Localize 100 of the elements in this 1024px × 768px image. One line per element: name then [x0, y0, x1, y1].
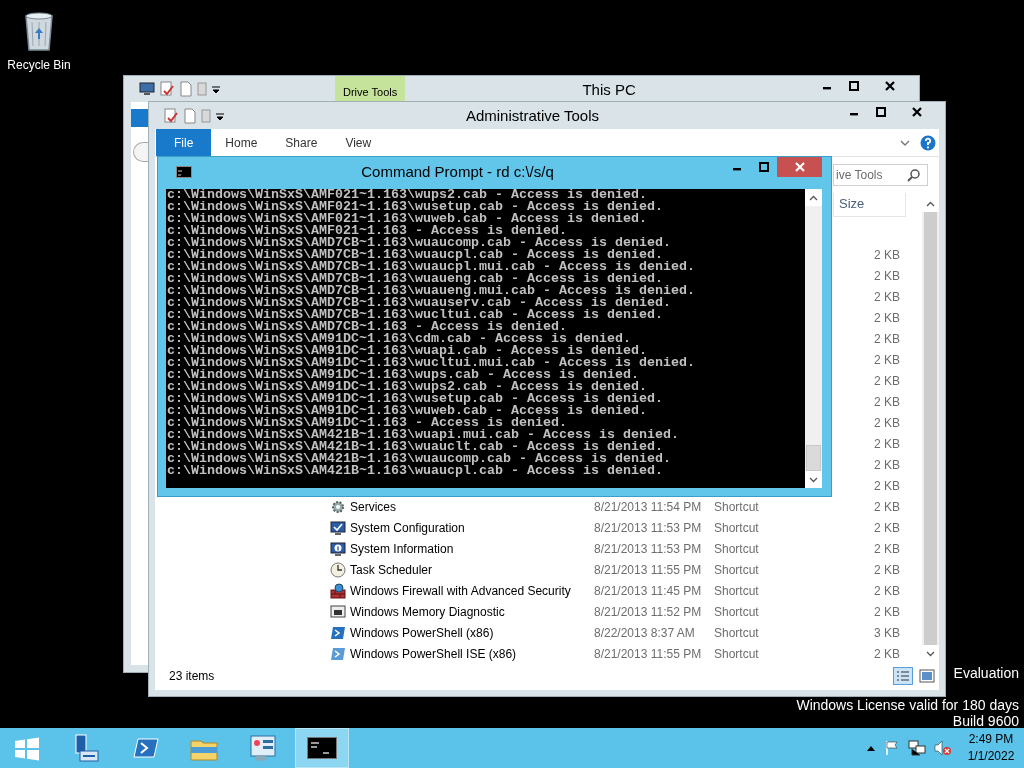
table-cell-text: 2 KB: [873, 583, 901, 598]
console-line: c:\Windows\WinSxS\AM421B~1.163\wuaucomp.cab - Access is denied.: [167, 453, 672, 465]
table-cell-text: 8/21/2013 11:53 PM: [594, 520, 703, 535]
thumbnail-view-icon[interactable]: [919, 669, 935, 683]
table-cell-text: 8/21/2013 11:55 PM: [594, 562, 703, 577]
table-cell-text: 2 KB: [873, 499, 901, 514]
file-name[interactable]: Windows PowerShell (x86): [350, 625, 494, 640]
file-name[interactable]: System Information: [350, 541, 454, 556]
terminal-icon: [330, 624, 346, 641]
table-cell-text: 2 KB: [873, 352, 901, 367]
table-cell-text: Shortcut: [714, 520, 760, 535]
file-name[interactable]: Task Scheduler: [350, 562, 433, 577]
table-cell-text: 2 KB: [873, 247, 901, 262]
table-cell-text: 2 KB: [873, 331, 901, 346]
console-line: c:\Windows\WinSxS\AM421B~1.163\wuaucpl.cab - Access is denied.: [167, 465, 664, 477]
table-cell-text: 2 KB: [873, 478, 901, 493]
table-cell-text: 8/21/2013 11:55 PM: [594, 646, 703, 661]
notice-text: Windows License valid for 180 days: [796, 697, 1019, 713]
monitor-icon: [330, 519, 346, 536]
file-name[interactable]: Windows PowerShell ISE (x86): [350, 646, 517, 661]
file-name[interactable]: System Configuration: [350, 520, 465, 535]
table-cell-text: 8/21/2013 11:52 PM: [594, 604, 703, 619]
network-icon[interactable]: [908, 740, 926, 756]
clock-icon: [330, 561, 346, 578]
window-title: Command Prompt - rd c:\/s/q: [360, 163, 555, 180]
chevron-up-icon: [926, 200, 935, 207]
scroll-thumb[interactable]: [806, 445, 821, 471]
console-icon[interactable]: [176, 165, 192, 178]
caret-up-icon[interactable]: [866, 744, 876, 752]
chevron-down-icon: [926, 650, 935, 657]
console-line: c:\Windows\WinSxS\AM91DC~1.163\wuweb.cab - Access is denied.: [167, 405, 648, 417]
table-cell-text: Shortcut: [714, 499, 760, 514]
console-line: c:\Windows\WinSxS\AM91DC~1.163\wups2.cab - Access is denied.: [167, 381, 647, 393]
gear-icon: [330, 498, 346, 515]
table-cell-text: 8/22/2013 8:37 AM: [594, 625, 696, 640]
console-line: c:\Windows\WinSxS\AMD7CB~1.163\wuauserv.cab - Access is denied.: [167, 297, 672, 309]
console-line: c:\Windows\WinSxS\AMF021~1.163\wusetup.cab - Access is denied.: [167, 201, 664, 213]
console-line: c:\Windows\WinSxS\AMF021~1.163\wuweb.cab - Access is denied.: [167, 213, 648, 225]
properties-icon[interactable]: [159, 81, 175, 97]
table-cell-text: 8/21/2013 11:53 PM: [594, 541, 703, 556]
table-cell-text: 2 KB: [873, 520, 901, 535]
console-line: c:\Windows\WinSxS\AMD7CB~1.163\wucltui.cab - Access is denied.: [167, 309, 664, 321]
close-icon: [793, 162, 806, 172]
control-panel-icon: [248, 733, 278, 763]
table-cell-text: 2 KB: [873, 562, 901, 577]
table-cell-text: 8/21/2013 11:45 PM: [594, 583, 703, 598]
details-view-icon[interactable]: [893, 667, 913, 685]
console-line: c:\Windows\WinSxS\AMD7CB~1.163\wuaucpl.mui.cab - Access is denied.: [167, 261, 696, 273]
console-line: c:\Windows\WinSxS\AM91DC~1.163\wups.cab - Access is denied.: [167, 369, 639, 381]
table-cell-text: Shortcut: [714, 604, 760, 619]
file-name[interactable]: Windows Firewall with Advanced Security: [350, 583, 571, 598]
console-line: c:\Windows\WinSxS\AMD7CB~1.163\wuaueng.mui.cab - Access is denied.: [167, 285, 696, 297]
table-cell-text: 2 KB: [873, 394, 901, 409]
table-cell-text: 2 KB: [873, 457, 901, 472]
help-icon[interactable]: [920, 134, 936, 151]
maximize-icon: [847, 81, 860, 91]
table-cell-text: 3 KB: [873, 625, 901, 640]
notice-text: Build 9600: [952, 713, 1019, 729]
table-cell-text: 2 KB: [873, 310, 901, 325]
chip-icon: [330, 603, 346, 620]
console-line: c:\Windows\WinSxS\AM91DC~1.163\wusetup.cab - Access is denied.: [167, 393, 664, 405]
desktop-icon-label[interactable]: Recycle Bin: [7, 58, 71, 72]
file-name[interactable]: Windows Memory Diagnostic: [350, 604, 505, 619]
ribbon-tab[interactable]: File: [156, 129, 212, 156]
taskbar-button[interactable]: [295, 728, 349, 768]
console-line: c:\Windows\WinSxS\AM91DC~1.163\wucltui.mui.cab - Access is denied.: [167, 357, 696, 369]
monitor-icon: [330, 540, 346, 557]
clock[interactable]: 2:49 PM 1/1/2022: [966, 731, 1016, 765]
table-cell-text: 2 KB: [873, 541, 901, 556]
chevron-up-icon: [809, 194, 818, 201]
clock-date: 1/1/2022: [967, 748, 1015, 765]
table-cell-text: 2 KB: [873, 268, 901, 283]
console-line: c:\Windows\WinSxS\AM91DC~1.163\wuapi.cab - Access is denied.: [167, 345, 647, 357]
column-header[interactable]: Size: [833, 193, 906, 217]
table-cell-text: 2 KB: [873, 604, 901, 619]
table-cell-text: 2 KB: [873, 415, 901, 430]
console-line: c:\Windows\WinSxS\AM91DC~1.163\cdm.cab - Access is denied.: [167, 333, 631, 345]
console-line: c:\Windows\WinSxS\AMF021~1.163\wups2.cab - Access is denied.: [167, 189, 647, 201]
flag-icon[interactable]: [884, 740, 900, 756]
maximize-icon: [874, 107, 887, 117]
ribbon-tab[interactable]: Share: [271, 129, 332, 156]
console-line: c:\Windows\WinSxS\AMD7CB~1.163\wuaucomp.cab - Access is denied.: [167, 237, 672, 249]
properties-icon[interactable]: [163, 107, 179, 124]
scroll-thumb[interactable]: [924, 212, 937, 645]
file-name[interactable]: Services: [350, 499, 396, 514]
table-cell-text: 2 KB: [873, 436, 901, 451]
ribbon-tab[interactable]: View: [331, 129, 386, 156]
terminal-icon: [330, 645, 346, 662]
console-line: c:\Windows\WinSxS\AMD7CB~1.163\wuaueng.cab - Access is denied.: [167, 273, 663, 285]
ribbon-tab[interactable]: Home: [211, 129, 272, 156]
contextual-tab-label: Drive Tools: [335, 76, 406, 102]
close-icon: [883, 81, 896, 91]
table-cell-text: Shortcut: [714, 583, 760, 598]
speaker-muted-icon[interactable]: [934, 740, 952, 756]
console-line: c:\Windows\WinSxS\AMD7CB~1.163 - Access is denied.: [167, 321, 568, 333]
table-cell-text: Shortcut: [714, 562, 760, 577]
table-cell-text: 2 KB: [873, 289, 901, 304]
status-text: 23 items: [169, 669, 216, 683]
computer-icon[interactable]: [139, 82, 155, 96]
notice-text: Evaluation: [953, 665, 1019, 681]
